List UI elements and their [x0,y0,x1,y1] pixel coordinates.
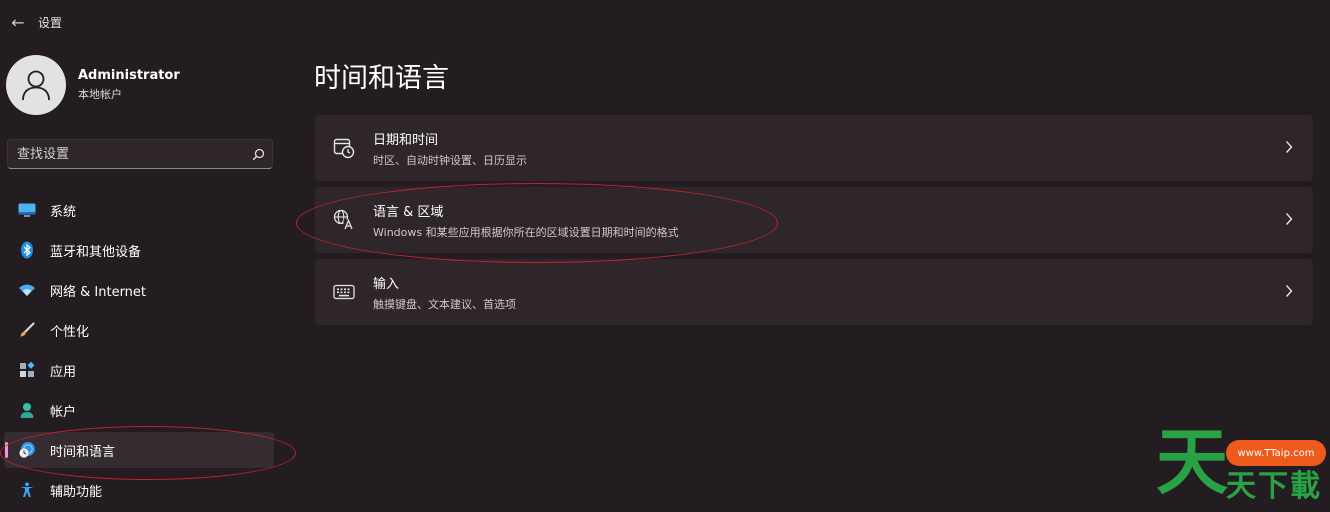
sidebar-item-time-language[interactable]: 时间和语言 [4,432,274,468]
bluetooth-icon [16,239,38,261]
sidebar-item-label: 系统 [50,204,77,220]
card-title: 输入 [373,276,400,292]
app-title: 设置 [38,15,63,30]
language-icon [332,208,356,232]
card-subtitle: 触摸键盘、文本建议、首选项 [373,297,516,311]
search-icon[interactable] [244,148,272,161]
chevron-right-icon [1285,139,1293,158]
sidebar-item-bluetooth[interactable]: 蓝牙和其他设备 [4,232,274,268]
search-box[interactable] [7,139,273,169]
avatar [6,55,66,115]
user-profile[interactable]: Administrator 本地帐户 [6,55,180,115]
sidebar-item-system[interactable]: 系统 [4,192,274,228]
card-title: 语言 & 区域 [373,204,444,220]
sidebar-item-personalization[interactable]: 个性化 [4,312,274,348]
brush-icon [16,319,38,341]
sidebar-item-accounts[interactable]: 帐户 [4,392,274,428]
sidebar-item-label: 网络 & Internet [50,284,147,300]
card-subtitle: 时区、自动时钟设置、日历显示 [373,153,527,167]
page-title: 时间和语言 [314,63,449,94]
sidebar-item-apps[interactable]: 应用 [4,352,274,388]
profile-account-type: 本地帐户 [78,88,122,101]
chevron-right-icon [1285,283,1293,302]
sidebar-item-label: 应用 [50,364,77,380]
profile-name: Administrator [78,68,180,83]
card-date-time[interactable]: 日期和时间 时区、自动时钟设置、日历显示 [315,115,1313,181]
back-arrow-icon: ← [11,12,25,32]
settings-card-list: 日期和时间 时区、自动时钟设置、日历显示 语言 & 区域 Windows 和某些… [315,115,1313,331]
title-bar: ← 设置 [0,0,300,44]
system-display-icon [16,199,38,221]
sidebar-item-label: 帐户 [50,404,77,420]
sidebar-item-accessibility[interactable]: 辅助功能 [4,472,274,508]
sidebar-nav: 系统 蓝牙和其他设备 网络 & Internet 个性化 应用 帐户 时间和语言… [4,192,274,512]
watermark-url: www.TTaip.com [1226,440,1326,466]
sidebar-item-label: 蓝牙和其他设备 [50,244,142,260]
accessibility-icon [16,479,38,501]
watermark-logo: 天 www.TTaip.com 天下載 [1150,426,1330,510]
card-subtitle: Windows 和某些应用根据你所在的区域设置日期和时间的格式 [373,225,679,239]
person-icon [16,399,38,421]
calendar-clock-icon [332,136,356,160]
card-typing[interactable]: 输入 触摸键盘、文本建议、首选项 [315,259,1313,325]
sidebar-item-label: 个性化 [50,324,90,340]
keyboard-icon [332,280,356,304]
card-language-region[interactable]: 语言 & 区域 Windows 和某些应用根据你所在的区域设置日期和时间的格式 [315,187,1313,253]
user-avatar-icon [22,70,50,101]
back-button[interactable]: ← [4,8,32,36]
sidebar-item-label: 辅助功能 [50,484,103,500]
watermark-text: 天下載 [1226,469,1322,504]
time-language-icon [16,439,38,461]
apps-icon [16,359,38,381]
wifi-icon [16,279,38,301]
sidebar-item-network[interactable]: 网络 & Internet [4,272,274,308]
card-title: 日期和时间 [373,132,439,148]
search-input[interactable] [8,145,244,163]
chevron-right-icon [1285,211,1293,230]
watermark-big-char: 天 [1156,420,1229,504]
sidebar-item-label: 时间和语言 [50,444,116,460]
